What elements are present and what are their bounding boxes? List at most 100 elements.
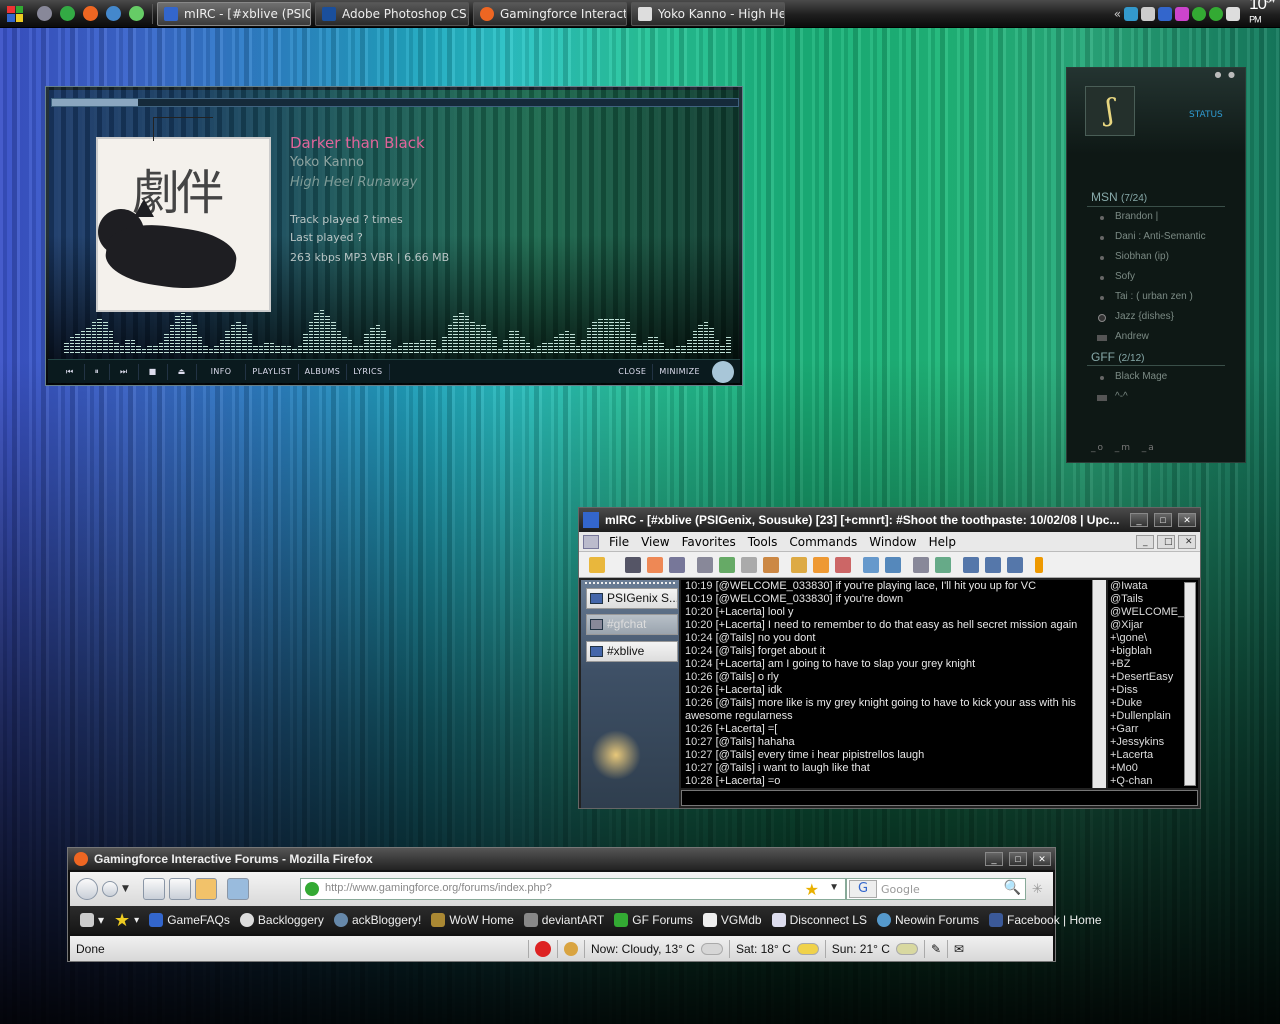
start-button[interactable] — [4, 3, 26, 25]
adblock-icon[interactable] — [528, 939, 557, 958]
seek-bar[interactable] — [51, 98, 739, 107]
thunderbird-icon[interactable] — [106, 6, 121, 21]
mirc-titlebar[interactable]: mIRC - [#xblive (PSIGenix, Sousuke) [23]… — [579, 508, 1200, 532]
dcc-options-icon[interactable] — [835, 556, 851, 573]
widget-menu-icon[interactable]: ● ● — [1214, 70, 1237, 79]
task-photoshop[interactable]: Adobe Photoshop CS... — [315, 1, 469, 26]
bookmark-gamefaqs[interactable]: GameFAQs — [149, 913, 230, 927]
bookmarks-menu-icon[interactable]: ▾ — [80, 913, 104, 927]
urls-icon[interactable] — [885, 556, 901, 573]
treebar-item-query[interactable]: PSIGenix S... — [586, 588, 678, 609]
bookmark-disconnect-ls[interactable]: Disconnect LS — [771, 913, 867, 927]
back-button[interactable] — [76, 878, 98, 900]
new-tab-icon[interactable] — [226, 878, 249, 900]
buddy-item[interactable]: Andrew — [1115, 331, 1149, 342]
msn-tray-icon[interactable] — [1192, 7, 1207, 21]
mdi-restore-button[interactable]: □ — [1157, 534, 1175, 549]
tray-expand-icon[interactable]: « — [1114, 7, 1121, 21]
message-input[interactable] — [681, 790, 1198, 806]
group-msn[interactable]: MSN (7/24) — [1091, 190, 1147, 204]
buddy-item[interactable]: Jazz {dishes} — [1115, 311, 1174, 322]
maximize-button[interactable]: □ — [1154, 513, 1172, 527]
url-dropdown-icon[interactable]: ▼ — [829, 882, 839, 893]
minimize-button[interactable]: _ — [985, 852, 1003, 866]
buddy-item[interactable]: Tai : ( urban zen ) — [1115, 291, 1193, 302]
reload-button[interactable] — [142, 878, 165, 900]
task-player[interactable]: Yoko Kanno - High He... — [631, 1, 785, 26]
close-button[interactable]: ✕ — [1033, 852, 1051, 866]
search-engine-icon[interactable]: G — [849, 880, 877, 898]
bookmark-wow-home[interactable]: WoW Home — [431, 913, 514, 927]
menu-window[interactable]: Window — [863, 535, 922, 549]
options-icon[interactable] — [625, 556, 641, 573]
menu-favorites[interactable]: Favorites — [676, 535, 742, 549]
winamp-icon[interactable] — [60, 6, 75, 21]
menu-help[interactable]: Help — [923, 535, 962, 549]
show-desktop-icon[interactable] — [37, 6, 52, 21]
mirc-tray-icon[interactable] — [1158, 7, 1173, 21]
minimize-button[interactable]: _ — [1130, 513, 1148, 527]
weather-sat[interactable]: Sat: 18° C — [728, 939, 825, 958]
weather-sun[interactable]: Sun: 21° C — [824, 939, 924, 958]
address-book-icon[interactable] — [697, 556, 713, 573]
bookmark-backloggery[interactable]: Backloggery — [239, 913, 324, 927]
received-files-icon[interactable] — [935, 556, 951, 573]
info-button[interactable]: INFO — [197, 363, 247, 380]
home-button[interactable] — [194, 878, 217, 900]
treebar-item-xblive[interactable]: #xblive — [586, 641, 678, 662]
close-button[interactable]: CLOSE — [612, 363, 654, 380]
menu-commands[interactable]: Commands — [783, 535, 863, 549]
task-mirc[interactable]: mIRC - [#xblive (PSIG... — [157, 1, 311, 26]
forward-button[interactable] — [102, 881, 118, 897]
buddy-item[interactable]: Siobhan (ip) — [1115, 251, 1169, 262]
chat-dcc-icon[interactable] — [813, 556, 829, 573]
status-tray-icon[interactable] — [1209, 7, 1224, 21]
lyrics-button[interactable]: LYRICS — [347, 363, 390, 380]
log-icon[interactable] — [913, 556, 929, 573]
mail-icon[interactable]: ✉ — [947, 939, 970, 958]
notify-icon[interactable] — [863, 556, 879, 573]
treebar-item-gfchat[interactable]: #gfchat — [586, 614, 678, 635]
next-button[interactable]: ⏭ — [110, 363, 139, 380]
stop-button[interactable]: ■ — [139, 363, 168, 380]
previous-button[interactable]: ⏮ — [56, 363, 85, 380]
bookmark-ackbloggery[interactable]: ackBloggery! — [333, 913, 421, 927]
timer-icon[interactable] — [741, 556, 757, 573]
nicklist-scrollbar[interactable] — [1184, 582, 1196, 786]
tile-vertical-icon[interactable] — [985, 556, 1001, 573]
menu-view[interactable]: View — [635, 535, 675, 549]
status-logo-icon[interactable]: ʃ — [1085, 86, 1135, 136]
cascade-icon[interactable] — [1007, 556, 1023, 573]
search-box[interactable]: G Google 🔍 — [846, 878, 1026, 900]
bookmark-deviantart[interactable]: deviantART — [523, 913, 604, 927]
status-label[interactable]: STATUS — [1189, 110, 1223, 120]
firefox-titlebar[interactable]: Gamingforce Interactive Forums - Mozilla… — [68, 848, 1055, 870]
script-editor-icon[interactable] — [669, 556, 685, 573]
edit-icon[interactable]: ✎ — [923, 939, 947, 958]
buddy-item[interactable]: Sofy — [1115, 271, 1135, 282]
clock[interactable]: 1034 PM — [1249, 0, 1275, 34]
albums-button[interactable]: ALBUMS — [299, 363, 348, 380]
bookmark-facebook[interactable]: Facebook | Home — [989, 913, 1102, 927]
help-icon[interactable] — [1035, 556, 1043, 573]
window-menu-icon[interactable] — [583, 534, 599, 549]
tile-horizontal-icon[interactable] — [963, 556, 979, 573]
connect-icon[interactable] — [589, 556, 605, 573]
dropbox-icon[interactable] — [1124, 7, 1139, 21]
buddy-item[interactable]: Dani : Anti-Semantic — [1115, 231, 1206, 242]
weather-now[interactable]: Now: Cloudy, 13° C — [584, 939, 729, 958]
chat-scrollbar[interactable] — [1092, 580, 1106, 788]
buddy-item[interactable]: Brandon | — [1115, 211, 1158, 222]
bookmark-vgmdb[interactable]: VGMdb — [702, 913, 762, 927]
maximize-button[interactable]: □ — [1009, 852, 1027, 866]
star-menu-icon[interactable]: ★ ▾ — [114, 910, 139, 931]
messenger-icon[interactable] — [129, 6, 144, 21]
chat-icon[interactable] — [1141, 7, 1156, 21]
mdi-minimize-button[interactable]: _ — [1136, 534, 1154, 549]
close-button[interactable]: ✕ — [1178, 513, 1196, 527]
search-icon[interactable]: 🔍 — [1004, 880, 1021, 896]
history-dropdown-icon[interactable]: ▼ — [122, 884, 129, 894]
menu-file[interactable]: File — [603, 535, 635, 549]
stop-button[interactable] — [168, 878, 191, 900]
mdi-close-button[interactable]: ✕ — [1178, 534, 1196, 549]
